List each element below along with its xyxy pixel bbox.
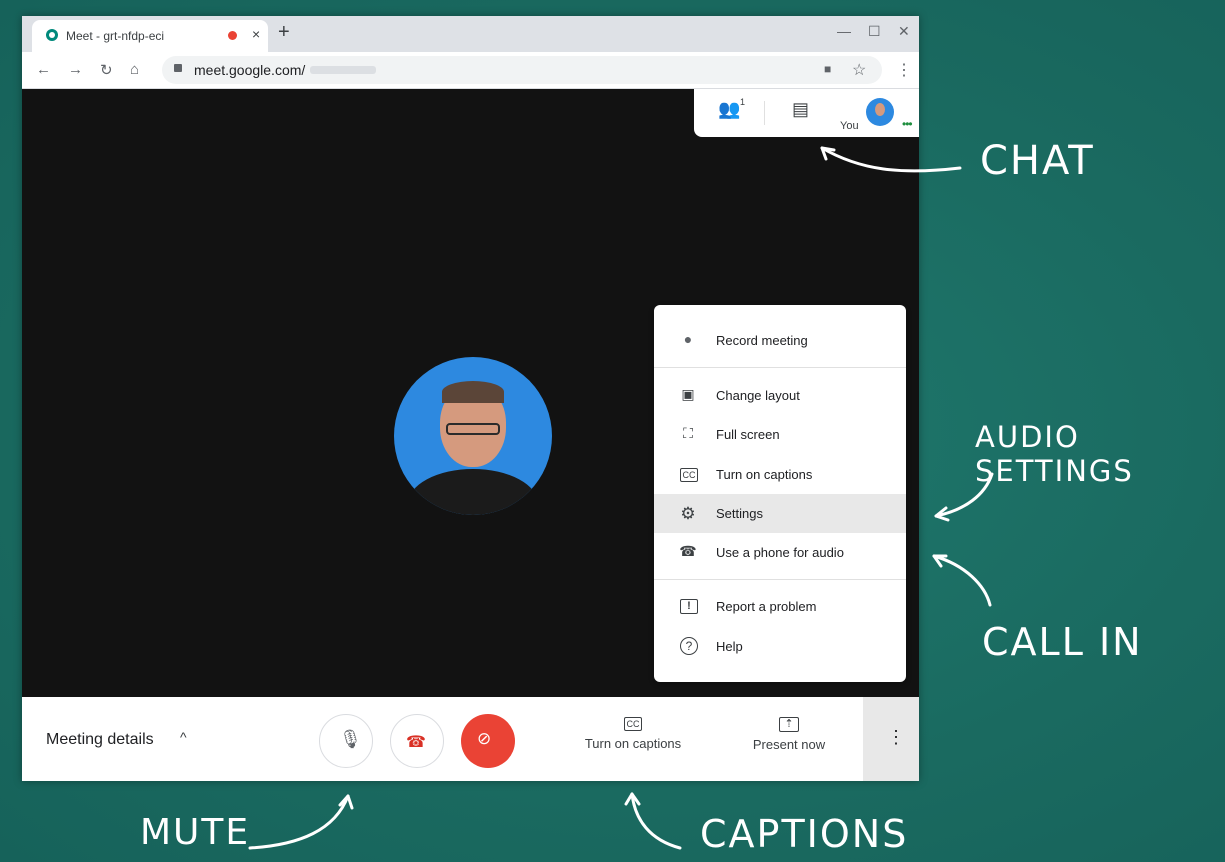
- arrow-to-chat: [820, 146, 962, 173]
- arrow-to-phone: [932, 554, 992, 607]
- annotation-arrows: [248, 146, 994, 850]
- arrow-to-mute: [248, 794, 350, 850]
